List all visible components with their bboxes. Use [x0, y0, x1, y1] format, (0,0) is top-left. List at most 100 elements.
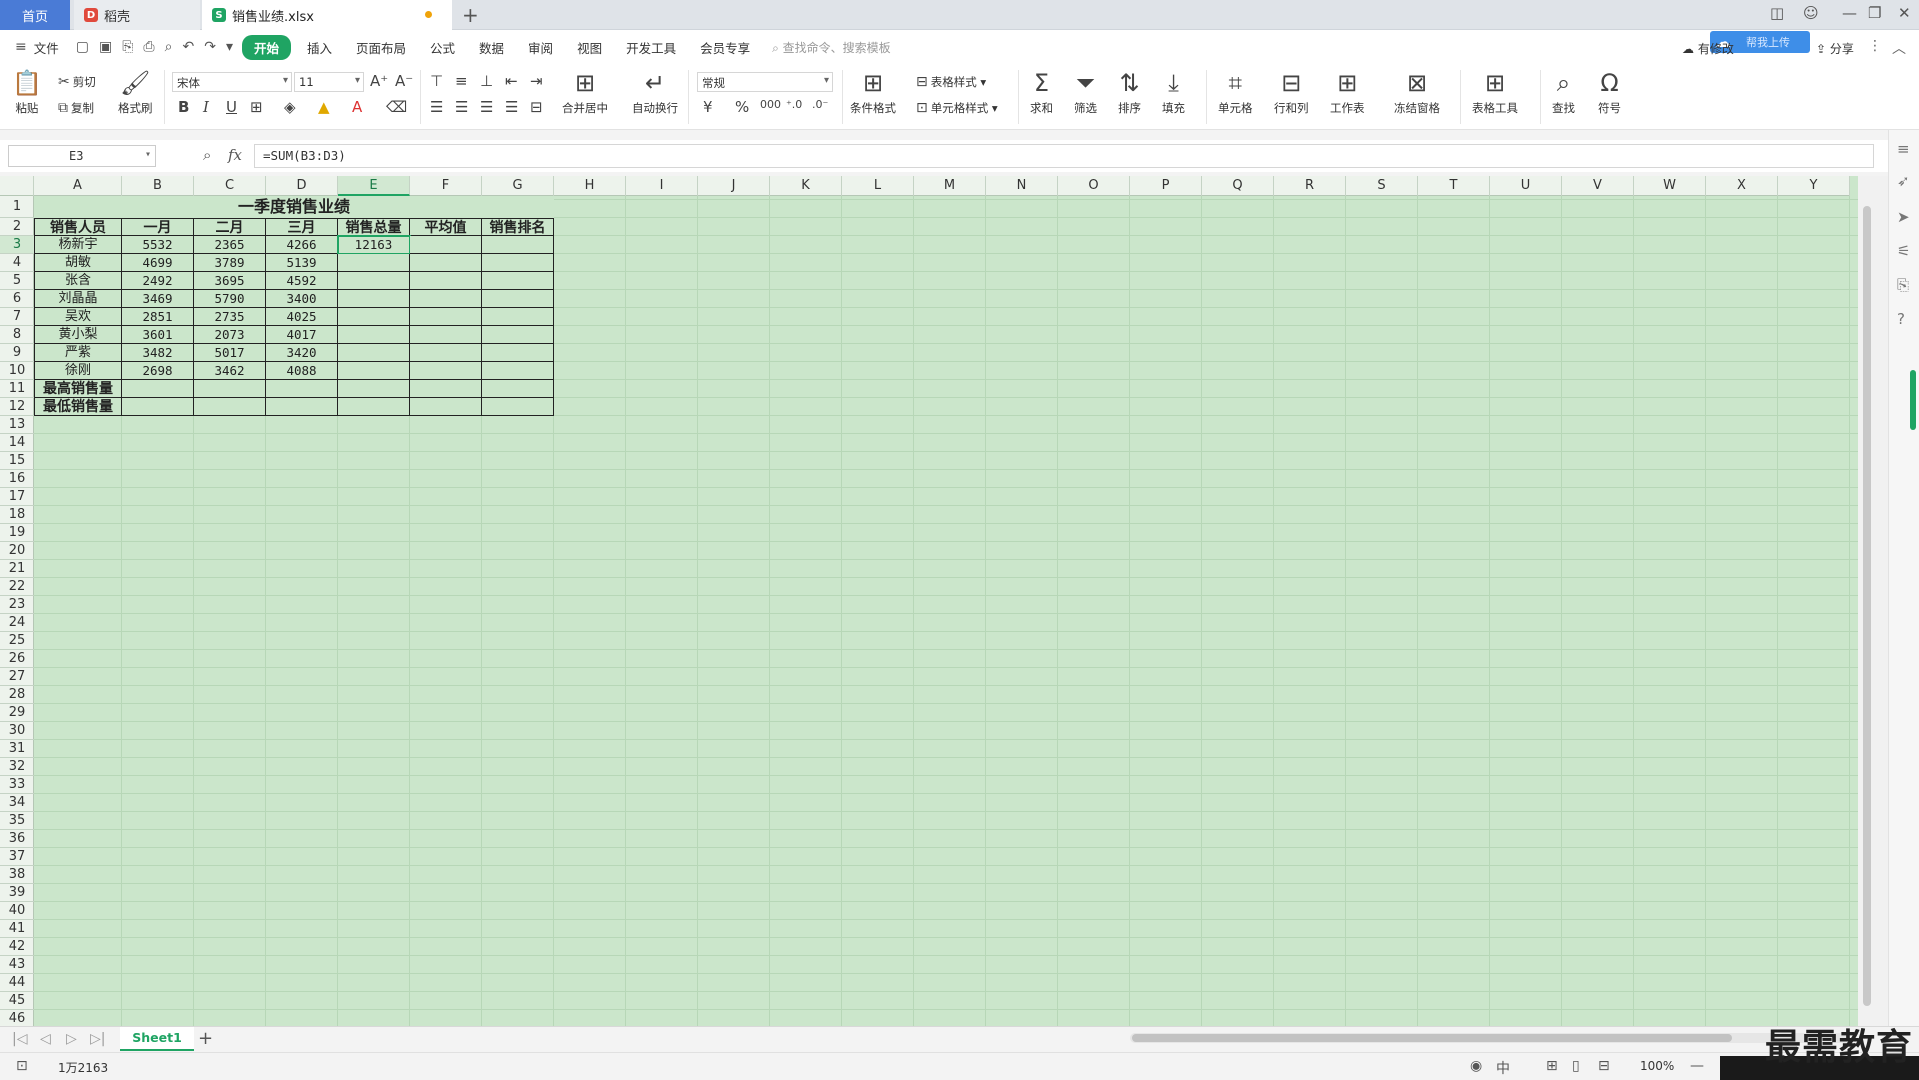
increase-decimal-icon[interactable]: ⁺.0 [786, 98, 802, 111]
italic-icon[interactable]: I [203, 98, 209, 116]
value-cell[interactable] [410, 326, 482, 344]
row-header-8[interactable]: 8 [0, 326, 34, 344]
value-cell[interactable]: 4266 [266, 236, 338, 254]
font-name-select[interactable]: 宋体 [172, 72, 292, 92]
header-cell[interactable]: 平均值 [410, 218, 482, 236]
align-right-icon[interactable]: ☰ [480, 98, 493, 116]
column-header-b[interactable]: B [122, 176, 194, 196]
menu-review[interactable]: 审阅 [516, 38, 565, 57]
row-header-27[interactable]: 27 [0, 668, 34, 686]
new-tab-button[interactable]: + [462, 3, 479, 27]
row-header-3[interactable]: 3 [0, 236, 34, 254]
salesperson-cell[interactable]: 严紫 [34, 344, 122, 362]
print-icon[interactable]: ⎙ [138, 39, 159, 55]
first-sheet-icon[interactable]: |◁ [12, 1031, 27, 1047]
tab-home[interactable]: 首页 [0, 0, 70, 30]
value-cell[interactable] [410, 308, 482, 326]
value-cell[interactable] [410, 362, 482, 380]
column-header-f[interactable]: F [410, 176, 482, 196]
tab-docer[interactable]: D 稻壳 [74, 0, 200, 30]
active-cell-e3[interactable]: 12163 [337, 235, 411, 255]
column-header-k[interactable]: K [770, 176, 842, 196]
value-cell[interactable]: 4088 [266, 362, 338, 380]
align-left-icon[interactable]: ☰ [430, 98, 443, 116]
find-button[interactable]: ⌕ 查找 [1552, 68, 1575, 116]
value-cell[interactable] [410, 290, 482, 308]
column-header-j[interactable]: J [698, 176, 770, 196]
value-cell[interactable]: 2492 [122, 272, 194, 290]
prev-sheet-icon[interactable]: ◁ [40, 1031, 51, 1047]
avatar[interactable]: ☺ [1803, 4, 1819, 22]
zoom-formula-icon[interactable]: ⌕ [203, 146, 211, 164]
indent-decrease-icon[interactable]: ⇤ [505, 72, 518, 90]
align-middle-icon[interactable]: ≡ [455, 72, 468, 90]
cell-area[interactable]: 一季度销售业绩 销售人员 一月 二月 三月 销售总量 平均值 销售排名 杨新宇 5532 2365… [34, 196, 1858, 1026]
menu-file[interactable]: 文件 [32, 38, 71, 57]
menu-view[interactable]: 视图 [565, 38, 614, 57]
font-size-select[interactable]: 11 [294, 72, 364, 92]
value-cell[interactable] [410, 236, 482, 254]
export-icon[interactable]: ⎘ [117, 39, 138, 55]
value-cell[interactable] [482, 236, 554, 254]
column-header-m[interactable]: M [914, 176, 986, 196]
highlight-icon[interactable]: ▲ [318, 98, 330, 116]
summary-value-cell[interactable] [482, 398, 554, 416]
command-search[interactable]: ⌕ 查找命令、搜索模板 [772, 39, 891, 56]
restore-button[interactable]: ❐ [1868, 4, 1881, 22]
row-header-18[interactable]: 18 [0, 506, 34, 524]
normal-view-icon[interactable]: ⊞ [1546, 1058, 1558, 1074]
eye-icon[interactable]: ◉ [1470, 1058, 1482, 1074]
column-header-d[interactable]: D [266, 176, 338, 196]
summary-value-cell[interactable] [194, 380, 266, 398]
value-cell[interactable] [482, 254, 554, 272]
row-header-36[interactable]: 36 [0, 830, 34, 848]
row-header-26[interactable]: 26 [0, 650, 34, 668]
zoom-out-icon[interactable]: — [1690, 1058, 1704, 1074]
filter-button[interactable]: ⏷ 筛选 [1074, 68, 1097, 116]
salesperson-cell[interactable]: 杨新宇 [34, 236, 122, 254]
value-cell[interactable] [482, 362, 554, 380]
font-color-icon[interactable]: A [352, 98, 362, 116]
value-cell[interactable]: 3695 [194, 272, 266, 290]
align-center-icon[interactable]: ☰ [455, 98, 468, 116]
value-cell[interactable]: 2365 [194, 236, 266, 254]
row-col-button[interactable]: ⊟ 行和列 [1274, 68, 1309, 116]
row-header-24[interactable]: 24 [0, 614, 34, 632]
row-header-1[interactable]: 1 [0, 196, 34, 218]
summary-value-cell[interactable] [482, 380, 554, 398]
cut-button[interactable]: ✂ 剪切 [58, 74, 96, 90]
value-cell[interactable]: 3462 [194, 362, 266, 380]
row-header-29[interactable]: 29 [0, 704, 34, 722]
input-method-icon[interactable]: 中 [1496, 1058, 1510, 1078]
row-header-40[interactable]: 40 [0, 902, 34, 920]
horizontal-scroll-thumb[interactable] [1132, 1034, 1732, 1042]
page-layout-view-icon[interactable]: ▯ [1572, 1058, 1580, 1074]
cursor-icon[interactable]: ➤ [1897, 208, 1910, 226]
value-cell[interactable] [482, 308, 554, 326]
page-break-view-icon[interactable]: ⊟ [1598, 1058, 1610, 1074]
row-header-37[interactable]: 37 [0, 848, 34, 866]
formula-input[interactable]: =SUM(B3:D3) [254, 144, 1874, 168]
column-header-x[interactable]: X [1706, 176, 1778, 196]
redo-icon[interactable]: ↷ [199, 39, 221, 55]
column-header-w[interactable]: W [1634, 176, 1706, 196]
summary-value-cell[interactable] [410, 398, 482, 416]
column-header-h[interactable]: H [554, 176, 626, 196]
font-shrink-icon[interactable]: A⁻ [395, 72, 413, 90]
cell-style-button[interactable]: ⊡ 单元格样式 ▾ [916, 100, 998, 116]
row-header-33[interactable]: 33 [0, 776, 34, 794]
column-header-i[interactable]: I [626, 176, 698, 196]
thousands-icon[interactable]: 000 [760, 98, 781, 111]
table-style-button[interactable]: ⊟ 表格样式 ▾ [916, 74, 986, 90]
salesperson-cell[interactable]: 张含 [34, 272, 122, 290]
row-header-4[interactable]: 4 [0, 254, 34, 272]
row-header-13[interactable]: 13 [0, 416, 34, 434]
menu-data[interactable]: 数据 [467, 38, 516, 57]
freeze-panes-button[interactable]: ⊠ 冻结窗格 [1394, 68, 1440, 116]
summary-label-cell[interactable]: 最低销售量 [34, 398, 122, 416]
eraser-icon[interactable]: ⌫ [386, 98, 407, 116]
add-sheet-button[interactable]: + [198, 1028, 213, 1049]
sheet-title[interactable]: 一季度销售业绩 [34, 196, 554, 218]
row-header-28[interactable]: 28 [0, 686, 34, 704]
salesperson-cell[interactable]: 徐刚 [34, 362, 122, 380]
